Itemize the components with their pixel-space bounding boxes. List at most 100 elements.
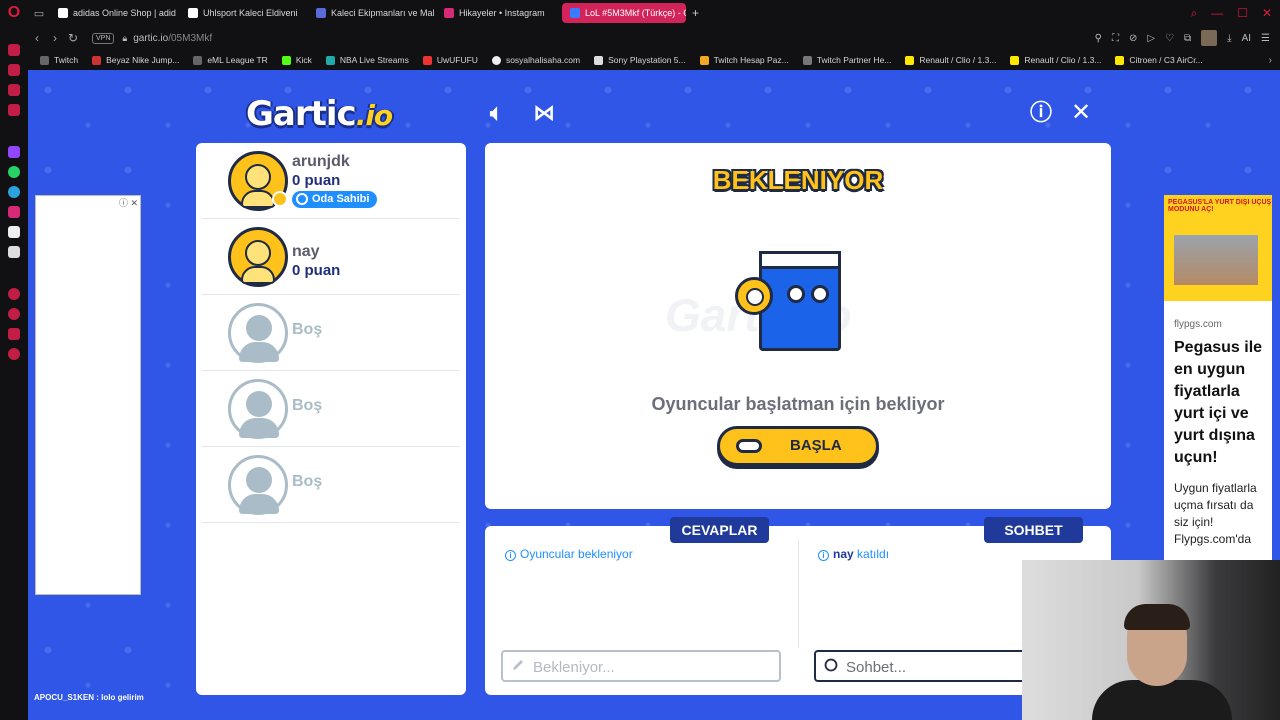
whatsapp-icon[interactable] <box>8 166 20 178</box>
empty-avatar <box>228 455 288 515</box>
ad-description: Uygun fiyatlarla uçma fırsatı da siz içi… <box>1174 481 1257 546</box>
bookmark-item[interactable]: Twitch Partner He... <box>797 55 898 65</box>
bookmark-label: eML League TR <box>207 55 268 65</box>
ad-right[interactable]: PEGASUS'LA YURT DIŞI UÇUŞ MODUNU AÇ! fly… <box>1164 195 1272 565</box>
ad-banner: PEGASUS'LA YURT DIŞI UÇUŞ MODUNU AÇ! <box>1164 195 1272 301</box>
profile-avatar[interactable] <box>1201 30 1218 46</box>
bookmark-label: Twitch Hesap Paz... <box>713 55 789 65</box>
avatar-body <box>239 494 279 514</box>
browser-tab[interactable]: Kaleci Ekipmanları ve Mal <box>308 3 436 23</box>
url-path: /05M3Mkf <box>168 32 213 44</box>
bookmarks-more-icon[interactable]: › <box>1269 55 1272 66</box>
answer-input[interactable] <box>533 656 753 678</box>
play-icon[interactable]: ▷ <box>1147 33 1155 44</box>
adblock-icon[interactable]: ⊘ <box>1129 33 1137 44</box>
sony-favicon-icon <box>594 55 604 65</box>
answer-field[interactable] <box>501 650 781 682</box>
bookmark-item[interactable]: Citroen / C3 AirCr... <box>1109 55 1208 65</box>
bookmark-item[interactable]: UwUFUFU <box>417 55 484 65</box>
x-icon[interactable] <box>8 246 20 258</box>
start-button-label: BAŞLA <box>790 437 842 454</box>
tab-list-icon[interactable]: ▭ <box>28 7 50 20</box>
player-icon[interactable] <box>8 288 20 300</box>
info-icon[interactable]: ⓘ <box>1030 102 1052 124</box>
extensions-puzzle-icon[interactable]: ⧉ <box>1184 33 1191 44</box>
url-host: gartic.io <box>133 32 169 44</box>
browser-tabbar: O ▭ adidas Online Shop | adid Uhlsport K… <box>0 0 1280 26</box>
bookmark-item[interactable]: sosyalhalisaha.com <box>486 55 586 65</box>
bookmark-item[interactable]: Twitch <box>34 55 84 65</box>
aria-icon[interactable] <box>8 44 20 56</box>
browser-tab-active[interactable]: LoL #5M3Mkf (Türkçe) - G <box>562 3 686 23</box>
box-icon[interactable] <box>8 84 20 96</box>
vpn-badge[interactable]: VPN <box>92 32 115 44</box>
menu-icon[interactable]: ☰ <box>1261 33 1270 44</box>
twitch-hesap-favicon-icon <box>699 55 709 65</box>
ai-button[interactable]: AI <box>1242 33 1251 44</box>
answers-tab[interactable]: CEVAPLAR <box>670 517 769 543</box>
empty-slot: Boş <box>202 371 460 447</box>
new-tab-button[interactable]: + <box>686 6 705 20</box>
empty-avatar <box>228 379 288 439</box>
m-icon[interactable] <box>8 104 20 116</box>
start-button[interactable]: BAŞLA <box>717 426 879 466</box>
player-score: 0 puan <box>292 172 341 189</box>
player-row[interactable]: arunjdk 0 puan Oda Sahibi <box>202 143 460 219</box>
bookmark-item[interactable]: Kick <box>276 55 318 65</box>
bookmark-item[interactable]: eML League TR <box>187 55 273 65</box>
download-icon[interactable]: ⤓ <box>1227 33 1231 44</box>
search-icon[interactable]: ⌕ <box>1190 6 1197 21</box>
bookmark-item[interactable]: Sony Playstation 5... <box>588 55 692 65</box>
chat-input[interactable] <box>846 656 1026 678</box>
browser-tab[interactable]: adidas Online Shop | adid <box>50 3 180 23</box>
telegram-icon[interactable] <box>8 186 20 198</box>
instagram-icon[interactable] <box>8 206 20 218</box>
twitch-icon[interactable] <box>8 146 20 158</box>
chat-tab[interactable]: SOHBET <box>984 517 1083 543</box>
player-row[interactable]: nay 0 puan <box>202 219 460 295</box>
close-icon[interactable]: ✕ <box>1071 101 1091 125</box>
lock-icon[interactable]: 🔒︎ <box>122 33 127 44</box>
share-icon[interactable]: ⋈ <box>533 102 555 124</box>
gamepad-icon <box>736 439 762 453</box>
player-score: 0 puan <box>292 262 341 279</box>
history-icon[interactable] <box>8 308 20 320</box>
forward-icon[interactable]: › <box>46 31 64 45</box>
tiktok-icon[interactable] <box>8 226 20 238</box>
bookmark-item[interactable]: Twitch Hesap Paz... <box>694 55 795 65</box>
opera-logo-icon[interactable]: O <box>0 0 28 26</box>
settings-icon[interactable] <box>8 348 20 360</box>
chat-info-text: katıldı <box>857 547 890 561</box>
back-icon[interactable]: ‹ <box>28 31 46 45</box>
avatar-body <box>241 266 275 284</box>
minimize-icon[interactable]: — <box>1211 6 1223 20</box>
reload-icon[interactable]: ↻ <box>64 31 82 45</box>
chat-field[interactable] <box>814 650 1034 682</box>
adidas-favicon-icon <box>58 8 68 18</box>
bookmark-item[interactable]: Beyaz Nike Jump... <box>86 55 185 65</box>
gartic-logo[interactable]: Gartic.io <box>246 94 393 134</box>
tab-label: LoL #5M3Mkf (Türkçe) - G <box>585 8 686 18</box>
ad-close-icon[interactable]: ⓘ ✕ <box>119 196 138 209</box>
close-window-icon[interactable]: ✕ <box>1262 6 1272 20</box>
bookmark-icon[interactable]: ⚲ <box>1095 33 1102 44</box>
ad-left[interactable]: ⓘ ✕ <box>35 195 141 595</box>
bookmark-item[interactable]: NBA Live Streams <box>320 55 415 65</box>
url-field[interactable]: gartic.io/05M3Mkf <box>133 33 212 44</box>
bookmark-item[interactable]: Renault / Clio / 1.3... <box>899 55 1002 65</box>
snapshot-icon[interactable]: ⛶ <box>1112 33 1119 44</box>
instagram-favicon-icon <box>444 8 454 18</box>
bookmarks-bar: Twitch Beyaz Nike Jump... eML League TR … <box>28 50 1280 70</box>
avatar-body <box>241 190 275 208</box>
ad-photo <box>1174 235 1258 285</box>
browser-tab[interactable]: Hikayeler • Instagram <box>436 3 562 23</box>
bag-icon[interactable] <box>8 64 20 76</box>
heart-icon[interactable]: ♡ <box>1165 33 1174 44</box>
bookmark-item[interactable]: Renault / Clio / 1.3... <box>1004 55 1107 65</box>
stream-chat-overlay: APOCU_S1KEN : lolo gelirim <box>34 693 144 702</box>
sound-icon[interactable]: 🔈︎ <box>490 102 503 124</box>
maximize-icon[interactable]: ☐ <box>1237 6 1248 20</box>
browser-tab[interactable]: Uhlsport Kaleci Eldiveni <box>180 3 308 23</box>
extensions-icon[interactable] <box>8 328 20 340</box>
bookmark-label: sosyalhalisaha.com <box>505 55 581 65</box>
